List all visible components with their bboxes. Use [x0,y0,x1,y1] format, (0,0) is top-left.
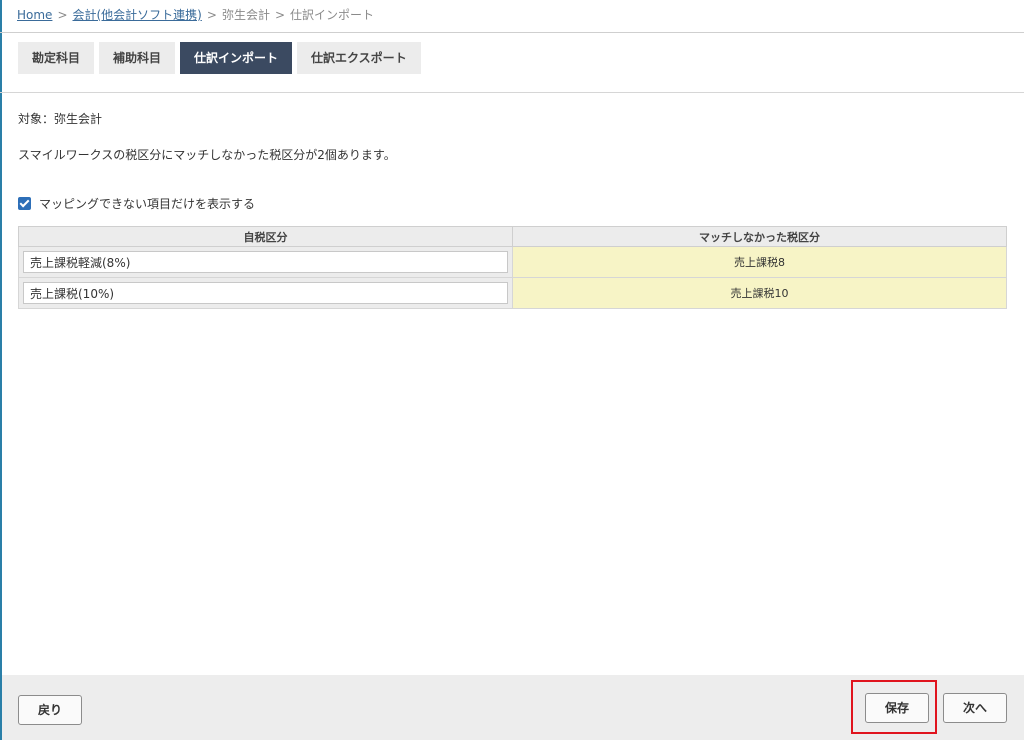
tax-mapping-table: 自税区分 マッチしなかった税区分 売上課税軽減(8%) 売上課税8 売上課税(1… [18,226,1007,309]
tab-sub-account-items[interactable]: 補助科目 [99,42,176,74]
breadcrumb-accounting-link[interactable]: 会計(他会計ソフト連携) [73,8,202,22]
tab-journal-export[interactable]: 仕訳エクスポート [297,42,421,74]
tab-bar: 勘定科目 補助科目 仕訳インポート 仕訳エクスポート [18,42,421,74]
table-header-row: 自税区分 マッチしなかった税区分 [18,226,1007,247]
own-tax-input[interactable]: 売上課税軽減(8%) [23,251,508,273]
breadcrumb-separator: > [206,8,217,22]
tab-account-items[interactable]: 勘定科目 [18,42,95,74]
breadcrumb-current: 仕訳インポート [290,8,375,22]
target-text: 対象：弥生会計 [18,112,103,126]
breadcrumb-yayoi: 弥生会計 [221,8,270,22]
column-header-unmatched-tax: マッチしなかった税区分 [512,226,1007,247]
table-row: 売上課税軽減(8%) 売上課税8 [18,246,1007,278]
left-accent-bar [0,0,2,740]
next-button[interactable]: 次へ [943,693,1007,723]
breadcrumb: Home > 会計(他会計ソフト連携) > 弥生会計 > 仕訳インポート [17,6,374,24]
own-tax-input[interactable]: 売上課税(10%) [23,282,508,304]
unmatched-notice: スマイルワークスの税区分にマッチしなかった税区分が2個あります。 [18,148,396,162]
table-row: 売上課税(10%) 売上課税10 [18,277,1007,309]
column-header-own-tax: 自税区分 [18,226,513,247]
unmatched-tax-cell: 売上課税10 [512,277,1007,309]
tabs-divider [0,92,1024,93]
header-divider [0,32,1024,33]
filter-option: マッピングできない項目だけを表示する [18,195,255,211]
breadcrumb-home-link[interactable]: Home [17,8,52,22]
tab-journal-import[interactable]: 仕訳インポート [180,42,293,74]
unmappable-only-checkbox[interactable] [18,196,31,210]
footer-bar: 戻り 保存 次へ [2,675,1024,740]
own-tax-cell: 売上課税軽減(8%) [18,246,513,278]
own-tax-cell: 売上課税(10%) [18,277,513,309]
breadcrumb-separator: > [57,8,68,22]
unmatched-tax-cell: 売上課税8 [512,246,1007,278]
breadcrumb-separator: > [274,8,286,22]
unmappable-only-label[interactable]: マッピングできない項目だけを表示する [39,195,255,212]
save-button[interactable]: 保存 [865,693,929,723]
back-button[interactable]: 戻り [18,695,82,725]
